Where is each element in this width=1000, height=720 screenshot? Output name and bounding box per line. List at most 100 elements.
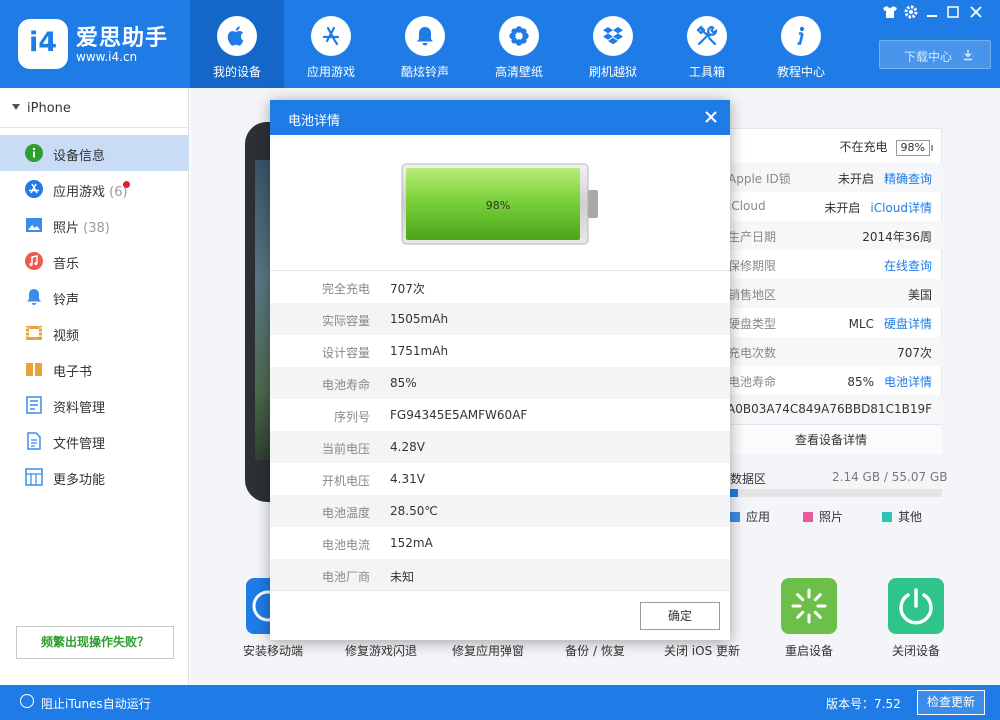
tool-restart-device[interactable]: 重启设备 [754,578,864,668]
battery-detail-row: 完全充电 707次 [270,271,730,303]
skin-button[interactable] [880,2,900,22]
sidebar-item-count: (38) [83,221,110,236]
battery-detail-row: 电池厂商 未知 [270,559,730,591]
info-row: Apple ID锁 未开启 精确查询 [720,163,942,192]
battery-detail-value: FG94345E5AMFW60AF [390,408,528,422]
sidebar-item-5[interactable]: 视频 [0,315,189,351]
apple-icon [227,26,244,46]
battery-detail-value: 28.50℃ [390,504,438,518]
info-key: 生产日期 [728,230,777,244]
block-itunes-radio[interactable] [20,694,34,708]
file-icon [27,432,41,450]
sidebar-item-6[interactable]: 电子书 [0,351,189,387]
battery-detail-value: 4.28V [390,440,425,454]
device-header[interactable]: iPhone [12,101,71,116]
triangle-down-icon [12,104,20,110]
battery-detail-value: 1751mAh [390,344,449,358]
legend-photos: 照片 [803,508,843,525]
gear-icon [904,5,918,19]
info-link[interactable]: 在线查询 [884,259,932,273]
nav-ringtones[interactable]: 酷炫铃声 [378,0,472,88]
restore-button[interactable] [943,2,963,22]
udid-value: CA0B03A74C849A76BBD81C1B19F [718,402,932,416]
battery-detail-value: 707次 [390,282,425,296]
charge-status: 不在充电 [839,140,888,154]
storage-value: 2.14 GB / 55.07 GB [832,470,948,484]
sidebar-item-label: 资料管理 [53,401,106,416]
bell-icon [417,27,433,46]
ok-button[interactable]: 确定 [640,602,720,630]
sidebar-item-7[interactable]: 资料管理 [0,387,189,423]
nav-toolbox[interactable]: 工具箱 [660,0,754,88]
restart-icon [781,578,837,634]
battery-detail-value: 85% [390,376,417,390]
info-value: 未开启 [824,201,861,215]
sidebar-item-4[interactable]: 铃声 [0,279,189,315]
battery-detail-value: 未知 [390,570,415,584]
nav-flash-jailbreak[interactable]: 刷机越狱 [566,0,660,88]
dialog-close-button[interactable] [697,103,725,131]
operation-failure-button[interactable]: 频繁出现操作失败？ [16,626,174,659]
battery-percent-badge: 98% [895,140,934,156]
close-button[interactable] [966,2,986,22]
info-row: 生产日期 2014年36周 [720,221,942,250]
nav-apps-games[interactable]: 应用游戏 [284,0,378,88]
info-key: 充电次数 [728,346,777,360]
battery-detail-key: 当前电压 [321,442,370,456]
info-link[interactable]: 硬盘详情 [884,317,932,331]
block-itunes-label[interactable]: 阻止iTunes自动运行 [41,695,151,712]
shirt-icon [883,6,897,18]
battery-detail-row: 电池温度 28.50℃ [270,495,730,527]
sidebar-item-label: 设备信息 [53,149,106,164]
sidebar-divider [0,127,189,128]
nav-wallpapers[interactable]: 高清壁纸 [472,0,566,88]
sidebar-item-label: 照片 (38) [53,221,110,236]
nav-my-device[interactable]: 我的设备 [190,0,284,88]
tools-icon [696,25,718,46]
serial-row: CA0B03A74C849A76BBD81C1B19F [718,395,942,424]
info-key: 保修期限 [728,259,777,273]
battery-details-dialog: 电池详情 98% 完全充电 707次 实际容量 1505mAh 设计容量 1751mAh 电… [270,100,730,640]
sidebar-item-9[interactable]: 更多功能 [0,459,189,495]
sidebar-item-label: 应用游戏 (6) [53,185,128,200]
dropbox-icon [603,27,623,45]
settings-button[interactable] [901,2,921,22]
nav-tutorials[interactable]: 教程中心 [754,0,848,88]
tool-shutdown-device[interactable]: 关闭设备 [861,578,971,668]
charge-status-row: 不在充电 98% [720,129,942,158]
info-key: 电池寿命 [728,375,777,389]
battery-detail-key: 电池厂商 [321,570,370,584]
battery-detail-value: 152mA [390,536,433,550]
legend-swatch-other [882,512,892,522]
sidebar-item-2[interactable]: 照片 (38) [0,207,189,243]
sidebar-item-1[interactable]: 应用游戏 (6) [0,171,189,207]
close-icon [970,6,982,18]
info-link[interactable]: 精确查询 [884,172,932,186]
check-update-button[interactable]: 检查更新 [917,690,985,715]
dialog-title: 电池详情 [288,114,341,129]
close-icon [705,111,717,123]
view-device-details-button[interactable]: 查看设备详情 [720,424,942,454]
battery-detail-row: 设计容量 1751mAh [270,335,730,367]
battery-detail-key: 电池温度 [321,506,370,520]
info-link[interactable]: iCloud详情 [870,201,932,215]
battery-detail-row: 电池电流 152mA [270,527,730,559]
info-row: 销售地区 美国 [720,279,942,308]
battery-detail-key: 设计容量 [321,346,370,360]
info-value: 未开启 [837,172,874,186]
battery-detail-row: 电池寿命 85% [270,367,730,399]
sidebar-item-8[interactable]: 文件管理 [0,423,189,459]
app-store-icon [25,180,43,198]
sidebar-item-0[interactable]: 设备信息 [0,135,189,171]
download-center-button[interactable]: 下载中心 [879,40,991,69]
battery-detail-key: 开机电压 [321,474,370,488]
info-icon [797,26,805,45]
sidebar-item-3[interactable]: 音乐 [0,243,189,279]
info-key: 销售地区 [728,288,777,302]
battery-detail-key: 电池电流 [321,538,370,552]
minimize-button[interactable] [922,2,942,22]
info-link[interactable]: 电池详情 [884,375,932,389]
legend-swatch-photos [803,512,813,522]
battery-detail-row: 当前电压 4.28V [270,431,730,463]
video-icon [26,326,42,340]
